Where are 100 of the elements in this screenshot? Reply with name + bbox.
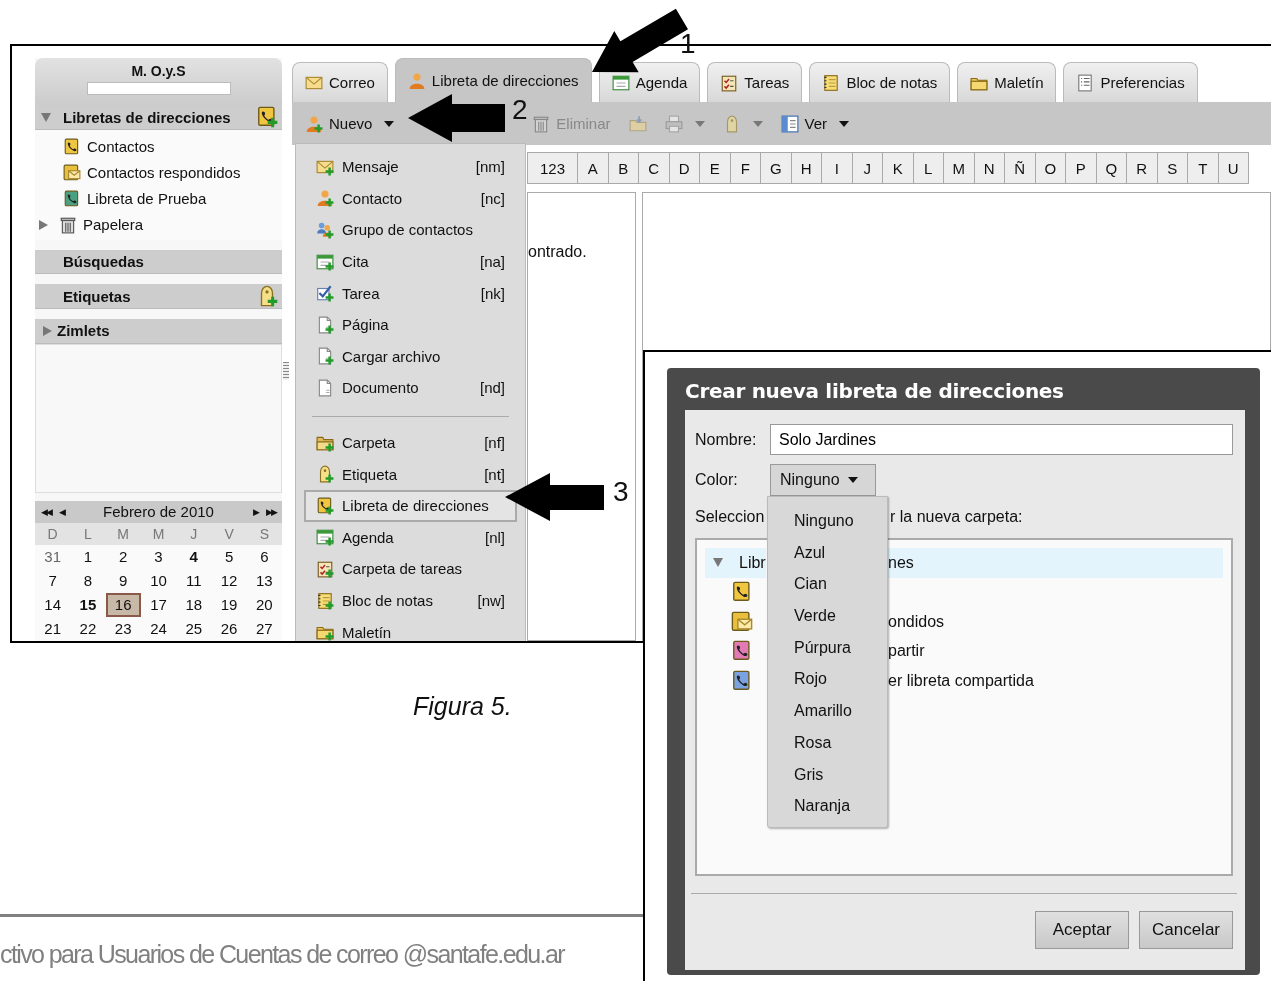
calendar-day[interactable]: 23: [105, 616, 141, 641]
folder-item[interactable]: Papelera: [35, 211, 282, 238]
dropdown-option[interactable]: Rojo: [768, 663, 887, 696]
letter-tab[interactable]: N: [974, 152, 1005, 184]
letter-tab[interactable]: O: [1035, 152, 1066, 184]
name-field[interactable]: Solo Jardines: [770, 424, 1233, 455]
expanded-arrow-icon[interactable]: [41, 112, 51, 122]
letter-tab[interactable]: J: [852, 152, 883, 184]
previous-month-button[interactable]: ◀: [59, 506, 64, 517]
calendar-day[interactable]: 18: [176, 592, 212, 617]
menu-item[interactable]: Etiqueta [nt]: [308, 458, 513, 490]
letter-tab[interactable]: C: [639, 152, 670, 184]
letter-tab[interactable]: K: [883, 152, 914, 184]
calendar-day[interactable]: 5: [211, 544, 247, 569]
letter-tab[interactable]: Q: [1096, 152, 1127, 184]
calendar-day[interactable]: 22: [70, 616, 106, 641]
calendar-day[interactable]: 25: [176, 616, 212, 641]
calendar-day[interactable]: 16: [105, 592, 141, 617]
splitter-handle[interactable]: [283, 362, 289, 380]
menu-item[interactable]: Cita [na]: [308, 245, 513, 278]
calendar-day[interactable]: 14: [35, 592, 71, 617]
letter-tab[interactable]: T: [1188, 152, 1219, 184]
menu-item[interactable]: Documento [nd]: [308, 372, 513, 404]
calendar-day[interactable]: 19: [211, 592, 247, 617]
letter-tab[interactable]: R: [1127, 152, 1158, 184]
letter-tab[interactable]: D: [669, 152, 700, 184]
menu-item[interactable]: Grupo de contactos: [308, 214, 513, 246]
letter-tab[interactable]: H: [791, 152, 822, 184]
letter-tab[interactable]: M: [944, 152, 975, 184]
folder-item[interactable]: Libreta de Prueba: [35, 185, 282, 212]
dialog-button[interactable]: Aceptar: [1035, 911, 1129, 949]
menu-item[interactable]: Carpeta [nf]: [308, 426, 513, 459]
folder-item[interactable]: Contactos respondidos: [35, 159, 282, 186]
menu-item[interactable]: Página: [308, 308, 513, 341]
next-month-button[interactable]: ▶: [253, 506, 258, 517]
calendar-day[interactable]: 3: [140, 544, 177, 569]
calendar-day[interactable]: 17: [140, 592, 177, 617]
dialog-button[interactable]: Cancelar: [1139, 911, 1233, 949]
calendar-day[interactable]: 26: [211, 616, 247, 641]
caret-icon[interactable]: [839, 120, 850, 127]
calendar-day[interactable]: 27: [246, 616, 282, 641]
app-tab[interactable]: Tareas: [707, 62, 803, 102]
letter-tab[interactable]: I: [822, 152, 853, 184]
dropdown-option[interactable]: Amarillo: [768, 695, 887, 727]
folder-item[interactable]: Contactos: [35, 133, 282, 160]
letter-tab[interactable]: P: [1066, 152, 1097, 184]
app-tab[interactable]: Maletín: [957, 62, 1057, 102]
calendar-day[interactable]: 21: [35, 616, 71, 641]
calendar-day[interactable]: 1: [70, 544, 106, 569]
calendar-day[interactable]: 24: [140, 616, 177, 641]
dropdown-option[interactable]: Rosa: [768, 726, 887, 759]
letter-tab[interactable]: Ñ: [1005, 152, 1036, 184]
letter-tab[interactable]: U: [1218, 152, 1249, 184]
dropdown-option[interactable]: Naranja: [768, 790, 887, 822]
menu-item[interactable]: Mensaje [nm]: [308, 151, 513, 183]
menu-item[interactable]: Bloc de notas [nw]: [308, 584, 513, 617]
letter-tab[interactable]: F: [730, 152, 761, 184]
toolbar-button[interactable]: Ver: [775, 108, 855, 139]
calendar-day[interactable]: 4: [176, 544, 212, 569]
calendar-day[interactable]: 2: [105, 544, 141, 569]
calendar-day[interactable]: 7: [35, 568, 71, 593]
collapsed-arrow-icon[interactable]: [39, 219, 48, 230]
menu-item[interactable]: Maletín: [308, 616, 513, 641]
dropdown-option[interactable]: Cian: [768, 568, 887, 601]
expanded-arrow-icon[interactable]: [713, 558, 723, 568]
next-year-button[interactable]: ▶▶: [266, 506, 276, 517]
menu-item[interactable]: Cargar archivo: [308, 340, 513, 373]
previous-year-button[interactable]: ◀◀: [41, 506, 51, 517]
letter-tab[interactable]: G: [761, 152, 792, 184]
letter-tab[interactable]: L: [913, 152, 944, 184]
dropdown-option[interactable]: Verde: [768, 600, 887, 632]
calendar-day[interactable]: 31: [35, 544, 71, 569]
calendar-day[interactable]: 9: [105, 568, 141, 593]
calendar-day[interactable]: 12: [211, 568, 247, 593]
section-header[interactable]: Etiquetas: [35, 284, 282, 309]
tree-item[interactable]: Libr: [705, 548, 766, 578]
caret-icon[interactable]: [847, 477, 858, 483]
section-header[interactable]: Libretas de direcciones: [35, 105, 282, 130]
menu-item[interactable]: Carpeta de tareas: [308, 553, 513, 585]
letter-tab[interactable]: A: [578, 152, 609, 184]
letter-tab[interactable]: B: [608, 152, 639, 184]
calendar-day[interactable]: 11: [176, 568, 212, 593]
letter-tab[interactable]: S: [1157, 152, 1188, 184]
dropdown-option[interactable]: Ninguno: [768, 505, 887, 537]
section-header[interactable]: Búsquedas: [35, 249, 282, 275]
collapsed-arrow-icon[interactable]: [43, 325, 52, 336]
dropdown-option[interactable]: Púrpura: [768, 631, 887, 664]
menu-item[interactable]: Agenda [nl]: [308, 521, 513, 554]
app-tab[interactable]: Correo: [292, 62, 388, 102]
menu-item[interactable]: Tarea [nk]: [308, 277, 513, 309]
dropdown-option[interactable]: Azul: [768, 536, 887, 569]
calendar-day[interactable]: 15: [70, 592, 106, 617]
letter-tab[interactable]: 123: [527, 152, 578, 184]
account-field[interactable]: [86, 82, 231, 95]
app-tab[interactable]: Preferencias: [1063, 62, 1198, 102]
calendar-day[interactable]: 8: [70, 568, 106, 593]
section-header[interactable]: Zimlets: [35, 319, 282, 344]
calendar-day[interactable]: 20: [246, 592, 282, 617]
calendar-day[interactable]: 13: [246, 568, 282, 593]
calendar-day[interactable]: 10: [140, 568, 177, 593]
